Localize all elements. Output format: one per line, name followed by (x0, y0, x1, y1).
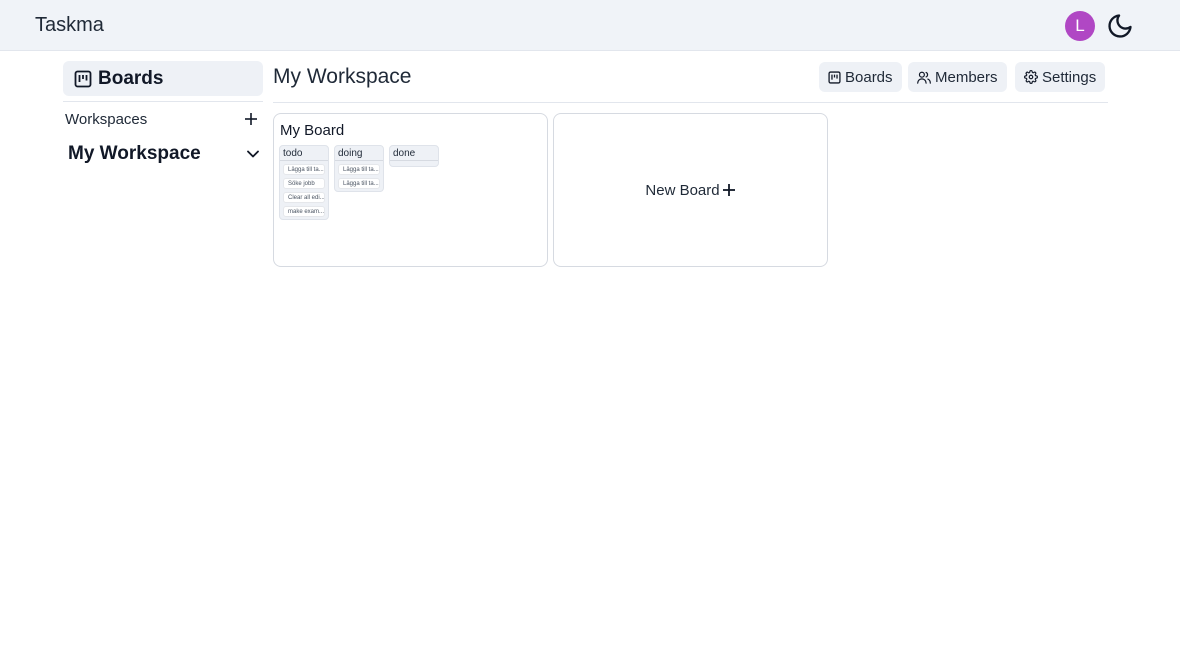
header-divider (273, 102, 1108, 103)
theme-toggle-button[interactable] (1105, 11, 1135, 41)
kanban-icon (828, 70, 841, 84)
kanban-icon (74, 70, 92, 87)
workspace-name: My Workspace (68, 143, 201, 164)
boards-button[interactable]: Boards (819, 62, 902, 92)
board-column-preview: doing Lägga till ta... Lägga till ta... (334, 145, 384, 192)
chevron-down-icon[interactable] (246, 147, 260, 161)
boards-button-label: Boards (845, 68, 893, 86)
new-board-label: New Board (645, 181, 720, 199)
members-button[interactable]: Members (908, 62, 1007, 92)
board-column-preview: done (389, 145, 439, 167)
app-brand[interactable]: Taskma (35, 14, 104, 37)
sidebar-item-boards[interactable]: Boards (63, 61, 263, 96)
board-column-preview: todo Lägga till ta... Söke jobb Clear al… (279, 145, 329, 220)
card-preview: Söke jobb (283, 178, 325, 189)
board-card[interactable]: My Board todo Lägga till ta... Söke jobb… (273, 113, 548, 267)
page-title: My Workspace (273, 65, 412, 88)
new-board-button[interactable]: New Board (553, 113, 828, 267)
column-title: done (390, 146, 438, 161)
add-workspace-button[interactable] (241, 109, 261, 129)
card-preview: make exam... (283, 206, 325, 217)
users-icon (917, 71, 931, 84)
settings-button-label: Settings (1042, 68, 1097, 86)
column-title: todo (280, 146, 328, 161)
sidebar-item-label: Boards (98, 67, 164, 89)
card-preview: Clear all edi... (283, 192, 325, 203)
board-title: My Board (280, 122, 345, 139)
avatar-initial: L (1075, 16, 1085, 35)
moon-icon (1108, 14, 1132, 38)
members-button-label: Members (935, 68, 998, 86)
avatar[interactable]: L (1065, 11, 1095, 41)
settings-button[interactable]: Settings (1015, 62, 1106, 92)
card-preview: Lägga till ta... (338, 178, 380, 189)
sidebar-item-workspace[interactable]: My Workspace (68, 142, 260, 166)
top-bar: Taskma L (0, 0, 1180, 51)
gear-icon (1024, 70, 1038, 84)
workspaces-label: Workspaces (65, 110, 148, 128)
workspaces-header: Workspaces (65, 108, 261, 130)
sidebar-divider (63, 101, 263, 102)
card-preview: Lägga till ta... (283, 164, 325, 175)
plus-icon (245, 113, 257, 125)
card-preview: Lägga till ta... (338, 164, 380, 175)
column-title: doing (335, 146, 383, 161)
plus-icon (722, 184, 735, 196)
